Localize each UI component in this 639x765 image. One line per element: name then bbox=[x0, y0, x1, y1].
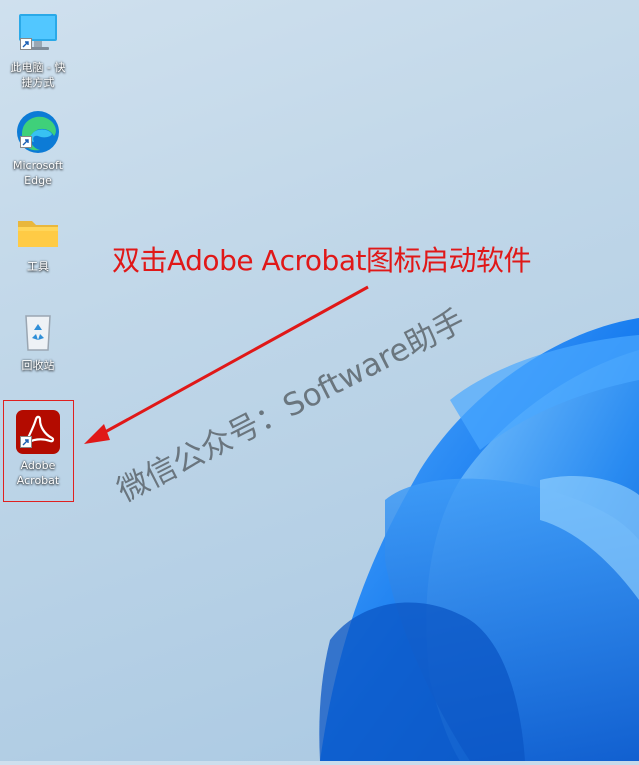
annotation-text: 双击Adobe Acrobat图标启动软件 bbox=[112, 244, 531, 277]
